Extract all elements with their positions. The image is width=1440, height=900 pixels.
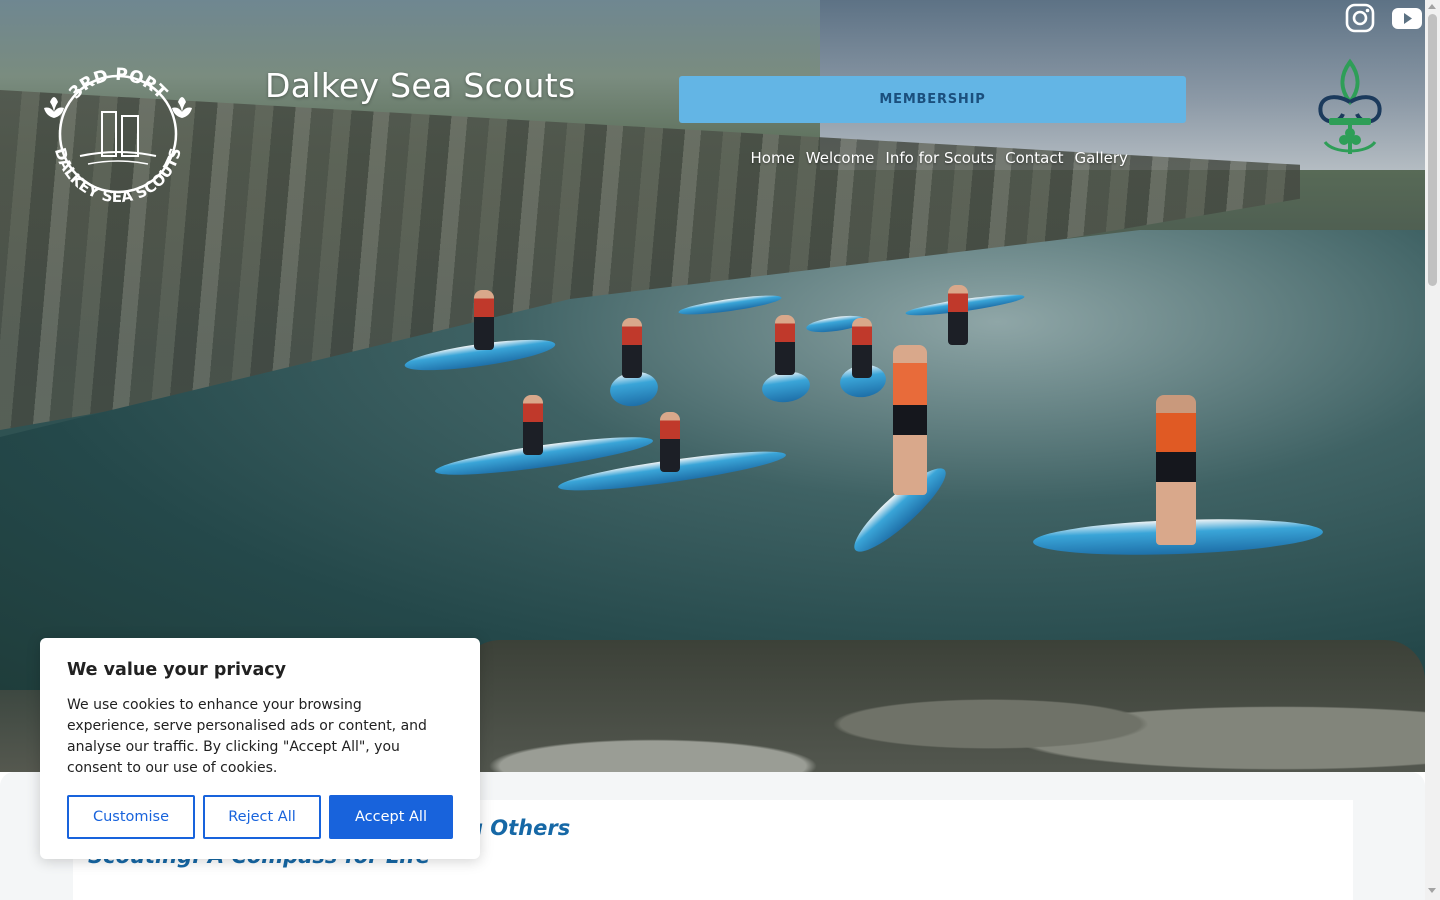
paddler: [622, 318, 642, 378]
paddler: [852, 318, 872, 378]
accept-all-button[interactable]: Accept All: [329, 795, 453, 839]
membership-button[interactable]: MEMBERSHIP: [679, 76, 1186, 123]
crest-icon: 3RD PORT DALKEY SEA SCOUTS: [44, 65, 192, 206]
paddler: [523, 395, 543, 455]
nav-item-contact[interactable]: Contact: [1000, 149, 1069, 167]
paddler: [660, 412, 680, 472]
scout-group-crest-logo[interactable]: 3RD PORT DALKEY SEA SCOUTS: [40, 56, 196, 212]
paddler: [893, 345, 927, 495]
paddler: [1156, 395, 1196, 545]
instagram-icon[interactable]: [1345, 3, 1375, 33]
scouting-ireland-badge[interactable]: [1311, 58, 1389, 158]
cookie-title: We value your privacy: [67, 660, 287, 680]
cookie-description: We use cookies to enhance your browsing …: [67, 697, 427, 776]
nav-item-home[interactable]: Home: [745, 149, 800, 167]
crest-top-text: 3RD PORT: [65, 65, 171, 104]
nav-item-gallery[interactable]: Gallery: [1069, 149, 1133, 167]
site-title[interactable]: Dalkey Sea Scouts: [265, 66, 575, 105]
crest-bottom-text: DALKEY SEA SCOUTS: [51, 146, 185, 206]
nav-item-info-for-scouts[interactable]: Info for Scouts: [880, 149, 1000, 167]
reject-all-button[interactable]: Reject All: [203, 795, 321, 839]
scroll-up-icon[interactable]: [1428, 4, 1436, 9]
customise-button[interactable]: Customise: [67, 795, 195, 839]
youtube-icon[interactable]: [1391, 3, 1423, 33]
scrollbar-thumb[interactable]: [1428, 14, 1437, 286]
nav-item-welcome[interactable]: Welcome: [800, 149, 880, 167]
scroll-down-icon[interactable]: [1428, 888, 1436, 893]
paddler: [775, 315, 795, 375]
hero-rocks: [460, 640, 1425, 772]
main-nav: Home Welcome Info for Scouts Contact Gal…: [745, 149, 1133, 167]
fleur-de-lis-badge-icon: [1318, 58, 1382, 154]
page-scrollbar[interactable]: [1425, 0, 1440, 900]
paddler: [948, 285, 968, 345]
cookie-consent-banner: We value your privacy We use cookies to …: [40, 638, 480, 859]
paddler: [474, 290, 494, 350]
